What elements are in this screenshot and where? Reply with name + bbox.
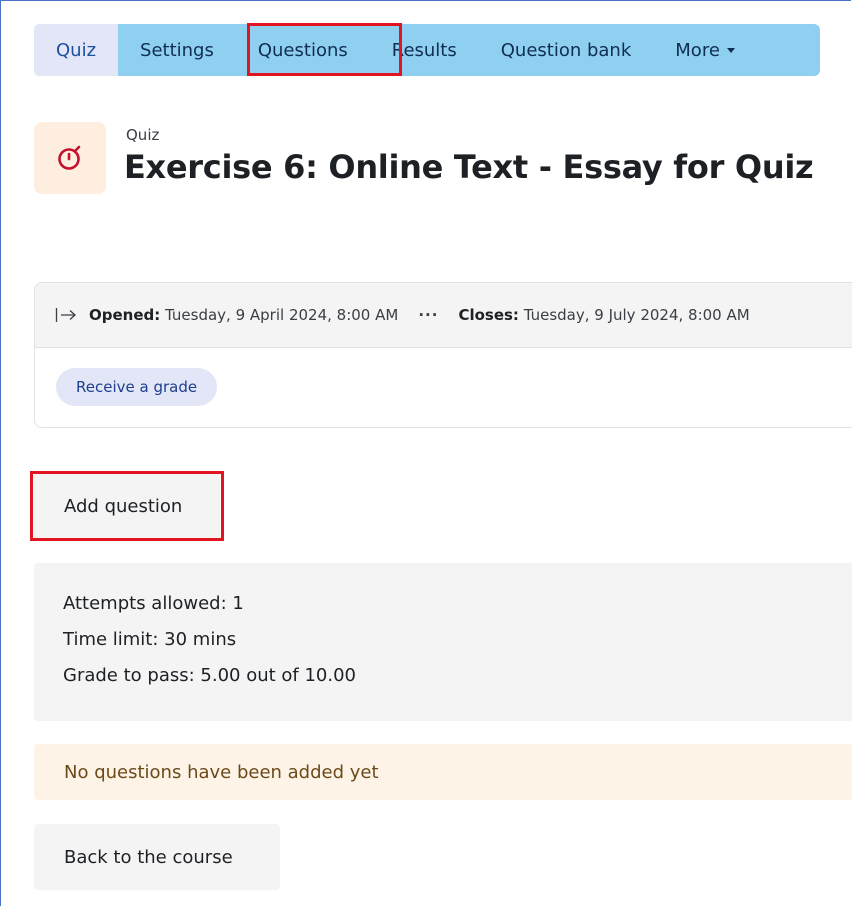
caret-down-icon (726, 47, 735, 53)
grade-to-pass: Grade to pass: 5.00 out of 10.00 (63, 665, 356, 686)
activity-dates-card: Opened: Tuesday, 9 April 2024, 8:00 AM ·… (34, 282, 852, 428)
page-title: Exercise 6: Online Text - Essay for Quiz (124, 148, 814, 186)
time-limit: Time limit: 30 mins (63, 629, 237, 650)
tab-results[interactable]: Results (370, 24, 479, 76)
date-separator: ··· (418, 306, 439, 324)
stopwatch-icon (58, 145, 81, 170)
tab-questions[interactable]: Questions (236, 24, 370, 76)
back-to-course-button[interactable]: Back to the course (34, 824, 280, 890)
attempts-allowed: Attempts allowed: 1 (63, 593, 244, 614)
opened-date: Tuesday, 9 April 2024, 8:00 AM (165, 306, 399, 324)
tab-settings[interactable]: Settings (118, 24, 236, 76)
closes-label: Closes: (458, 306, 519, 324)
secondary-navigation: Quiz Settings Questions Results Question… (34, 24, 820, 76)
no-questions-notice: No questions have been added yet (34, 744, 852, 800)
tab-quiz[interactable]: Quiz (34, 24, 119, 76)
tab-question-bank[interactable]: Question bank (479, 24, 654, 76)
tab-more-label: More (675, 39, 720, 61)
quiz-activity-icon (34, 122, 106, 194)
add-question-button[interactable]: Add question (34, 474, 220, 538)
closes-date: Tuesday, 9 July 2024, 8:00 AM (523, 306, 750, 324)
completion-badge: Receive a grade (56, 368, 218, 406)
completion-requirements: Receive a grade (35, 348, 852, 406)
opened-arrow-icon (55, 307, 77, 323)
tab-more[interactable]: More (653, 24, 757, 76)
activity-type-label: Quiz (126, 126, 160, 144)
quiz-info-box: Attempts allowed: 1 Time limit: 30 mins … (34, 563, 852, 721)
activity-dates: Opened: Tuesday, 9 April 2024, 8:00 AM ·… (35, 283, 852, 348)
opened-label: Opened: (89, 306, 161, 324)
